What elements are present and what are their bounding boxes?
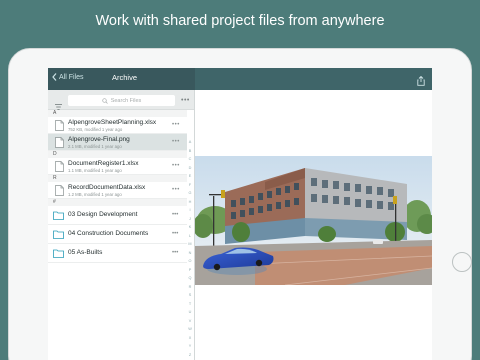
headline: Work with shared project files from anyw…	[95, 13, 385, 29]
section-header: D	[48, 151, 187, 158]
file-list: A AlpengroveSheetPlanning.xlsx 752 KB, m…	[48, 110, 187, 263]
index-letter[interactable]: B	[186, 149, 194, 158]
file-row[interactable]: RecordDocumentData.xlsx 1.2 MB, modified…	[48, 182, 187, 199]
index-letter[interactable]: S	[186, 293, 194, 302]
back-button-label: All Files	[59, 73, 84, 81]
search-input[interactable]: Search Files	[68, 95, 175, 106]
section-header: A	[48, 110, 187, 117]
document-icon	[55, 185, 64, 196]
index-letter[interactable]: G	[186, 191, 194, 200]
index-letter[interactable]: A	[186, 140, 194, 149]
more-icon[interactable]: •••	[172, 139, 180, 145]
folder-row[interactable]: 04 Construction Documents •••	[48, 225, 187, 244]
preview-bar	[195, 68, 432, 90]
index-letter[interactable]: T	[186, 302, 194, 311]
index-letter[interactable]: N	[186, 251, 194, 260]
index-letter[interactable]: R	[186, 285, 194, 294]
file-name: AlpengroveSheetPlanning.xlsx	[68, 118, 157, 126]
file-row[interactable]: DocumentRegister1.xlsx 1.1 MB, modified …	[48, 158, 187, 175]
preview-pane	[195, 90, 432, 360]
index-letter[interactable]: U	[186, 310, 194, 319]
file-name: RecordDocumentData.xlsx	[68, 183, 146, 191]
index-letter[interactable]: Z	[186, 353, 194, 360]
file-name: DocumentRegister1.xlsx	[68, 159, 139, 167]
search-icon	[102, 97, 108, 104]
search-row: Search Files •••	[48, 90, 195, 110]
file-name: Alpengrove-Final.png	[68, 135, 130, 143]
index-letter[interactable]: J	[186, 217, 194, 226]
document-icon	[55, 120, 64, 131]
index-letter[interactable]: Q	[186, 276, 194, 285]
index-letter[interactable]: I	[186, 208, 194, 217]
index-letter[interactable]: E	[186, 174, 194, 183]
more-icon[interactable]: •••	[172, 187, 180, 193]
index-letter[interactable]: F	[186, 183, 194, 192]
folder-row[interactable]: 03 Design Development •••	[48, 206, 187, 225]
index-letter[interactable]: W	[186, 327, 194, 336]
index-letter[interactable]: H	[186, 200, 194, 209]
index-letter[interactable]: C	[186, 157, 194, 166]
file-meta: 2.1 MB, modified 1 year ago	[68, 144, 122, 149]
folder-icon	[53, 249, 64, 258]
folder-name: 04 Construction Documents	[68, 230, 149, 237]
more-icon[interactable]: •••	[172, 122, 180, 128]
more-icon[interactable]: •••	[172, 231, 178, 237]
index-letter[interactable]: D	[186, 166, 194, 175]
more-icon[interactable]: •••	[172, 163, 180, 169]
more-icon[interactable]: •••	[172, 250, 178, 256]
chevron-left-icon	[52, 73, 57, 81]
index-letter[interactable]: M	[186, 242, 194, 251]
file-meta: 1.1 MB, modified 1 year ago	[68, 168, 122, 173]
index-letter[interactable]: Y	[186, 344, 194, 353]
more-options-icon[interactable]: •••	[181, 97, 190, 104]
home-button[interactable]	[452, 252, 472, 272]
file-row[interactable]: AlpengroveSheetPlanning.xlsx 752 KB, mod…	[48, 117, 187, 134]
file-row-selected[interactable]: Alpengrove-Final.png 2.1 MB, modified 1 …	[48, 134, 187, 151]
index-letter[interactable]: O	[186, 259, 194, 268]
folder-row[interactable]: 05 As-Builts •••	[48, 244, 187, 263]
navigation-bar: All Files Archive	[48, 68, 195, 90]
app-screen: All Files Archive Search Files ••• A Alp…	[48, 68, 432, 360]
section-header: #	[48, 199, 187, 206]
index-letter[interactable]: X	[186, 336, 194, 345]
folder-icon	[53, 230, 64, 239]
index-letter[interactable]: L	[186, 234, 194, 243]
file-meta: 752 KB, modified 1 year ago	[68, 127, 123, 132]
back-button[interactable]: All Files	[52, 73, 84, 81]
more-icon[interactable]: •••	[172, 212, 178, 218]
file-meta: 1.2 MB, modified 1 year ago	[68, 192, 122, 197]
nav-title: Archive	[112, 73, 138, 82]
document-icon	[55, 137, 64, 148]
search-placeholder: Search Files	[110, 97, 142, 104]
building-rendering-image	[195, 156, 432, 285]
index-letter[interactable]: V	[186, 319, 194, 328]
index-letter[interactable]: P	[186, 268, 194, 277]
share-icon[interactable]	[417, 73, 425, 91]
folder-icon	[53, 211, 64, 220]
section-header: R	[48, 175, 187, 182]
folder-name: 05 As-Builts	[68, 249, 103, 256]
folder-name: 03 Design Development	[68, 211, 138, 218]
alphabet-index[interactable]: ABCDEFGHIJKLMNOPQRSTUVWXYZ#	[186, 140, 194, 360]
document-icon	[55, 161, 64, 172]
index-letter[interactable]: K	[186, 225, 194, 234]
